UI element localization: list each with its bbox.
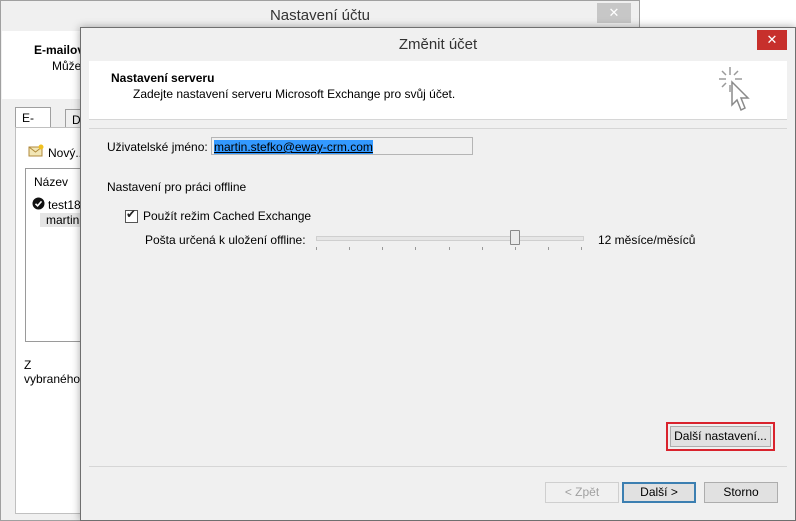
- next-button[interactable]: Další >: [622, 482, 696, 503]
- slider-tick: [515, 247, 516, 250]
- close-button[interactable]: ✕: [757, 30, 787, 50]
- slider-tick: [382, 247, 383, 250]
- account-list-header: Název: [34, 175, 69, 189]
- new-account-button[interactable]: Nový...: [28, 144, 85, 161]
- account-type: martin: [40, 213, 86, 227]
- cached-exchange-label: Použít režim Cached Exchange: [143, 209, 312, 223]
- offline-mail-label: Pošta určená k uložení offline:: [145, 233, 306, 247]
- username-label: Uživatelské jméno:: [107, 140, 208, 154]
- server-settings-title: Nastavení serveru: [111, 71, 215, 85]
- change-account-title: Změnit účet: [398, 36, 478, 53]
- server-settings-subtitle: Zadejte nastavení serveru Microsoft Exch…: [133, 87, 456, 101]
- back-button[interactable]: < Zpět: [545, 482, 619, 503]
- slider-tick: [449, 247, 450, 250]
- new-mail-icon: [28, 144, 44, 161]
- slider-tick: [415, 247, 416, 250]
- account-list[interactable]: Název test18c martin: [25, 168, 87, 342]
- more-settings-button[interactable]: Další nastavení...: [670, 426, 771, 447]
- cached-exchange-checkbox[interactable]: [125, 207, 138, 223]
- slider-track: [316, 236, 584, 241]
- cursor-click-icon: [717, 65, 757, 117]
- offline-mail-value: 12 měsíce/měsíců: [598, 233, 696, 247]
- username-value: martin.stefko@eway-crm.com: [214, 140, 373, 154]
- email-tab-panel: Nový... Název test18c martin Z vybraného: [15, 127, 87, 514]
- offline-mail-slider[interactable]: [316, 230, 584, 251]
- account-settings-title: Nastavení účtu: [269, 7, 371, 24]
- change-account-dialog: Změnit účet ✕ Nastavení serveru Zadejte …: [80, 27, 796, 521]
- cancel-button[interactable]: Storno: [704, 482, 778, 503]
- slider-tick: [548, 247, 549, 250]
- server-settings-body: [89, 128, 787, 467]
- slider-tick: [316, 247, 317, 250]
- account-settings-close-button[interactable]: ✕: [597, 3, 631, 23]
- cached-exchange-option[interactable]: Použít režim Cached Exchange: [125, 207, 312, 223]
- tab-email[interactable]: E-mail: [15, 107, 52, 145]
- slider-thumb[interactable]: [510, 230, 520, 245]
- slider-tick: [581, 247, 582, 250]
- change-account-titlebar: Změnit účet: [81, 28, 795, 61]
- selected-account-label: Z vybraného: [24, 358, 81, 386]
- default-check-icon: [32, 197, 45, 213]
- username-field[interactable]: martin.stefko@eway-crm.com: [211, 137, 473, 155]
- slider-tick: [482, 247, 483, 250]
- offline-settings-heading: Nastavení pro práci offline: [107, 180, 247, 194]
- account-list-item[interactable]: test18c: [32, 197, 87, 213]
- server-settings-header: Nastavení serveru Zadejte nastavení serv…: [89, 61, 787, 120]
- slider-tick: [349, 247, 350, 250]
